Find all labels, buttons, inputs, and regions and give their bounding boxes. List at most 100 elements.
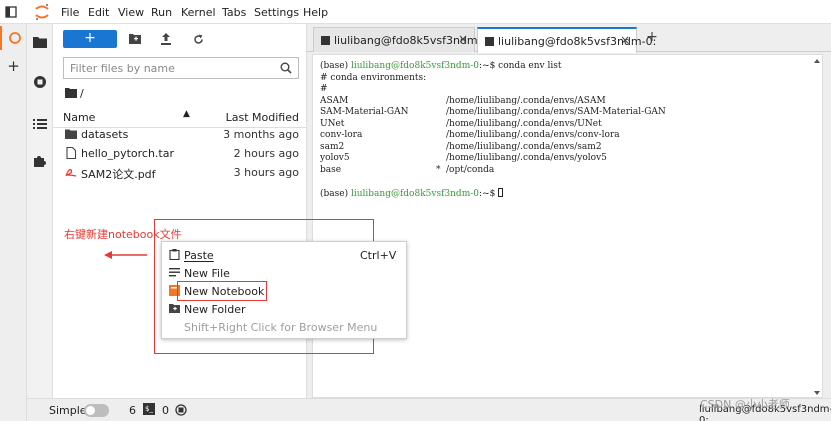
header-name[interactable]: Name [63,111,95,124]
prompt-user: liulibang@fdo8k5vsf3ndm-0 [350,188,479,199]
folder-icon[interactable] [65,88,77,98]
folder-icon [33,37,47,48]
terminal-icon[interactable]: $_ [143,403,155,415]
plus-icon: + [7,57,20,75]
kernel-status-icon[interactable] [175,404,187,416]
plus-icon: + [646,29,658,45]
refresh-button[interactable] [191,32,205,46]
extension-icon [34,156,46,167]
sort-up-icon[interactable]: ▲ [183,109,190,119]
file-modified: 2 hours ago [233,147,299,160]
main-area: liulibang@fdo8k5vsf3ndm-0: × liulibang@f… [307,24,831,398]
menu-tabs[interactable]: Tabs [222,6,246,19]
filter-box [63,57,299,79]
terminal-icon [321,36,330,45]
terminal-icon [485,37,494,46]
env-row: sam2/home/liulibang/.conda/envs/sam2 [320,141,602,152]
activity-add-tab[interactable]: + [0,54,27,78]
annotation-highlight-new-notebook [177,281,267,301]
terminal-line: # [320,84,328,94]
menu-shortcut: Ctrl+V [360,249,397,262]
cursor [498,187,504,197]
menu-item-label: New Folder [184,303,246,316]
search-icon[interactable] [280,62,292,74]
jupyter-icon [8,32,21,44]
env-row: base */opt/conda [320,164,495,175]
upload-icon [161,33,171,45]
file-modified: 3 hours ago [233,166,299,179]
new-folder-icon [129,34,141,44]
menu-view[interactable]: View [118,6,144,19]
env-row: conv-lora/home/liulibang/.conda/envs/con… [320,130,620,140]
sidebar-running-tab[interactable] [27,67,53,97]
menu-item-new-folder[interactable]: New Folder [162,300,406,318]
paste-icon [169,249,180,260]
sidebar-toc-tab[interactable] [27,109,53,139]
tab-label: liulibang@fdo8k5vsf3ndm-0: [498,35,657,48]
arrow-left-icon [104,251,147,259]
menu-settings[interactable]: Settings [254,6,299,19]
terminal-output: (base) liulibang@fdo8k5vsf3ndm-0:~$ cond… [320,61,666,199]
activity-bar: + [0,24,27,421]
file-row-hello-pytorch[interactable]: hello_pytorch.tar 2 hours ago [53,144,307,163]
upload-button[interactable] [159,32,173,46]
menu-help[interactable]: Help [303,6,328,19]
file-row-sam2-pdf[interactable]: SAM2论文.pdf 3 hours ago [53,163,307,182]
header-modified[interactable]: Last Modified [226,111,299,124]
env-row: yolov5/home/liulibang/.conda/envs/yolov5 [320,153,607,163]
refresh-icon [193,34,203,44]
menu-edit[interactable]: Edit [88,6,109,19]
watermark: CSDN @小小老师 [700,398,790,411]
add-tab-button[interactable]: + [643,29,661,47]
new-folder-icon [169,304,180,313]
tab-bar: liulibang@fdo8k5vsf3ndm-0: × liulibang@f… [307,24,831,53]
tab-terminal-1[interactable]: liulibang@fdo8k5vsf3ndm-0: × [313,27,492,52]
new-launcher-button[interactable]: + [63,30,117,48]
toc-icon [33,119,47,129]
toggle-knob [86,406,95,415]
new-folder-button[interactable] [128,32,142,46]
file-modified: 3 months ago [223,128,299,141]
breadcrumb-root[interactable]: / [80,87,84,100]
file-row-datasets[interactable]: datasets 3 months ago [53,125,307,144]
prompt-user: liulibang@fdo8k5vsf3ndm-0 [350,61,479,71]
menu-item-new-file[interactable]: New File [162,264,406,282]
annotation-text: 右键新建notebook文件 [64,228,182,241]
file-name: datasets [81,128,129,141]
window-icon[interactable] [5,6,17,18]
activity-jupyter-tab[interactable] [0,26,27,50]
menu-kernel[interactable]: Kernel [181,6,216,19]
sidebar-files-tab[interactable] [27,27,53,57]
file-name: SAM2论文.pdf [81,168,156,181]
menu-run[interactable]: Run [151,6,172,19]
terminal-line: (base) liulibang@fdo8k5vsf3ndm-0:~$ cond… [320,61,562,71]
pdf-icon [65,168,77,177]
folder-icon [65,129,77,139]
terminal-line: (base) liulibang@fdo8k5vsf3ndm-0:~$ [320,187,666,200]
env-row: ASAM/home/liulibang/.conda/envs/ASAM [320,95,606,106]
menu-file[interactable]: File [61,6,79,19]
filter-input[interactable] [70,61,275,75]
kernel-count: 0 [162,404,169,417]
close-icon[interactable]: × [458,32,468,46]
sidebar-extensions-tab[interactable] [27,146,53,176]
menu-item-paste[interactable]: Paste Ctrl+V [162,246,406,264]
close-icon[interactable]: × [620,33,630,47]
terminal[interactable]: (base) liulibang@fdo8k5vsf3ndm-0:~$ cond… [312,54,823,398]
tab-label: liulibang@fdo8k5vsf3ndm-0: [334,34,493,47]
file-icon [66,147,77,159]
tab-terminal-2[interactable]: liulibang@fdo8k5vsf3ndm-0: × [477,27,656,53]
env-row: UNet/home/liulibang/.conda/envs/UNet [320,118,602,129]
menu-bar: File Edit View Run Kernel Tabs Settings … [0,0,831,24]
file-name: hello_pytorch.tar [81,147,174,160]
menu-item-label: New File [184,267,230,280]
simple-mode-toggle[interactable] [84,404,109,417]
env-row: SAM-Material-GAN/home/liulibang/.conda/e… [320,107,666,117]
terminal-count: 6 [129,404,136,417]
jupyter-logo-icon[interactable] [34,3,50,21]
menu-item-browser-hint: Shift+Right Click for Browser Menu [162,318,406,336]
menu-item-label: Shift+Right Click for Browser Menu [184,321,378,334]
command: conda env list [498,61,562,71]
terminal-scrollbar[interactable] [813,57,821,397]
running-icon [34,76,46,88]
